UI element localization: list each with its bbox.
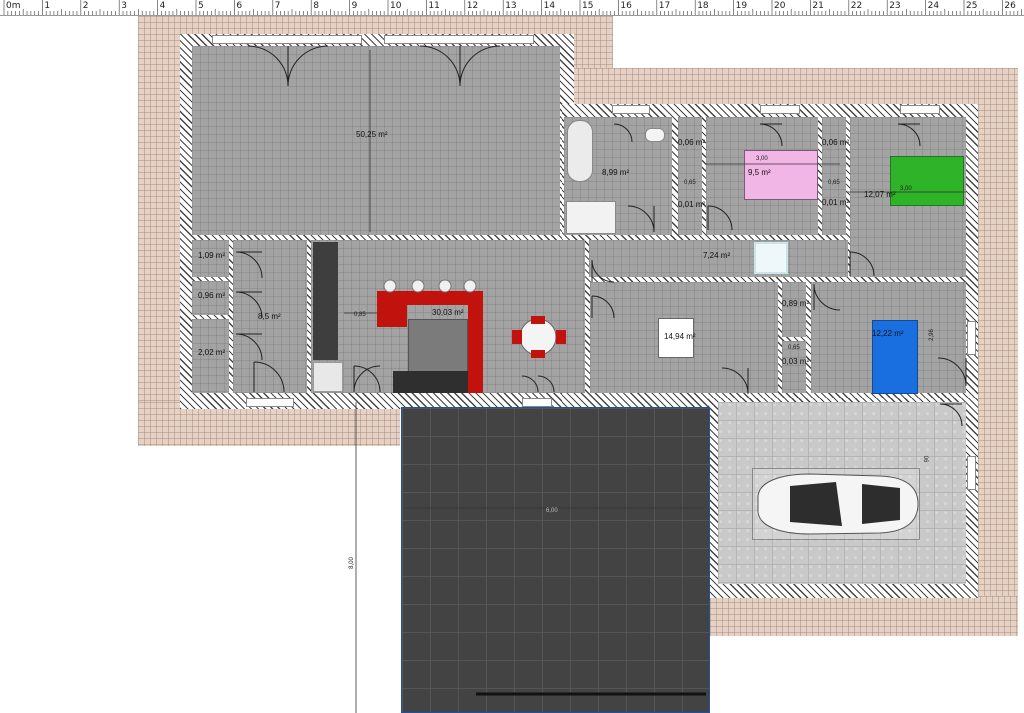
label-closet-c-area: 0,89 m² xyxy=(782,299,810,308)
ruler-label: 3 xyxy=(121,1,127,11)
door-swings xyxy=(235,45,967,427)
ruler-label: 11 xyxy=(428,1,440,11)
ruler-label: 23 xyxy=(889,1,901,11)
bar-stools xyxy=(383,279,477,293)
label-entrance-area: 8,5 m² xyxy=(258,312,281,321)
chair-bottom xyxy=(531,350,545,358)
label-closet-b-area: 0,01 m² xyxy=(822,198,850,207)
label-wc2-area: 0,01 m² xyxy=(678,200,706,209)
dim-bed-green: 3,00 xyxy=(900,186,912,192)
label-bedroom-blue-area: 12,22 m² xyxy=(872,329,904,338)
dim-small-a: 0,65 xyxy=(684,180,696,186)
dimension-lines xyxy=(344,50,966,713)
ruler-label: 7 xyxy=(274,1,281,11)
label-garage-area: 50,25 m² xyxy=(356,130,388,139)
dim-small-c: 0,65 xyxy=(788,345,800,351)
ruler-label: 17 xyxy=(658,1,671,11)
dim-bed-pink: 3,00 xyxy=(756,156,768,162)
ruler-label: 5 xyxy=(198,1,204,11)
label-bedroom-pink-area: 9,5 m² xyxy=(748,168,771,177)
ruler-label: 16 xyxy=(620,1,632,11)
label-storage-1-area: 1,09 m² xyxy=(198,251,226,260)
dim-driveway-width: 6,00 xyxy=(546,508,558,514)
label-closet-d-area: 0,03 m² xyxy=(782,357,810,366)
label-wc-area: 0,06 m² xyxy=(678,138,706,147)
ruler-label: 2 xyxy=(82,1,89,11)
ruler-label: 8 xyxy=(313,1,319,11)
ruler-label: 14 xyxy=(543,1,556,11)
dining-table xyxy=(512,316,566,358)
ruler-label: 9 xyxy=(351,1,358,11)
ruler-label: 10 xyxy=(390,1,402,11)
ruler-label: 26 xyxy=(1004,1,1016,11)
label-storage-3-area: 2,02 m² xyxy=(198,348,226,357)
dim-room-height-right: 2,96 xyxy=(928,329,935,341)
ruler-label: 13 xyxy=(505,1,517,11)
ruler-label: 18 xyxy=(697,1,709,11)
ruler-label: 22 xyxy=(850,1,863,11)
car-shape xyxy=(757,473,919,535)
dim-kitchen-depth: 0,85 xyxy=(354,312,366,318)
dim-small-b: 0,65 xyxy=(828,180,840,186)
ruler-label: 21 xyxy=(812,1,824,11)
chair-right xyxy=(556,330,566,344)
ruler-label: 20 xyxy=(774,1,786,11)
dim-plot-height: 8,00 xyxy=(348,557,355,569)
floor-plan-canvas[interactable]: 50,25 m² 8,99 m² 0,06 m² 0,01 m² 9,5 m² … xyxy=(0,16,1024,713)
ruler-label: 19 xyxy=(735,1,748,11)
label-office-area: 14,94 m² xyxy=(664,332,696,341)
label-storage-2-area: 0,96 m² xyxy=(198,291,226,300)
chair-top xyxy=(531,316,545,324)
label-closet-a-area: 0,06 m² xyxy=(822,138,850,147)
top-ruler[interactable]: 0m 1 2 3 4 5 6 7 8 9 10 11 12 13 14 15 16 17 18 19 20 21 22 23 2… xyxy=(0,0,1024,16)
ruler-label: 0m xyxy=(6,1,21,11)
chair-left xyxy=(512,330,522,344)
label-bedroom-green-area: 12,07 m² xyxy=(864,190,896,199)
ruler-label: 24 xyxy=(927,1,940,11)
ruler-label: 1 xyxy=(44,1,51,11)
plan-drawings xyxy=(235,45,967,713)
label-hallway-area: 7,24 m² xyxy=(703,251,731,260)
ruler-label: 15 xyxy=(582,1,594,11)
ruler-label: 4 xyxy=(159,1,166,11)
ruler-label: 25 xyxy=(966,1,978,11)
ruler-label: 12 xyxy=(466,1,479,11)
dim-garage-depth: 90 xyxy=(924,455,931,463)
ruler-label: 6 xyxy=(236,1,243,11)
label-kitchen-living-area: 30,03 m² xyxy=(432,308,464,317)
label-bathroom-area: 8,99 m² xyxy=(602,168,630,177)
